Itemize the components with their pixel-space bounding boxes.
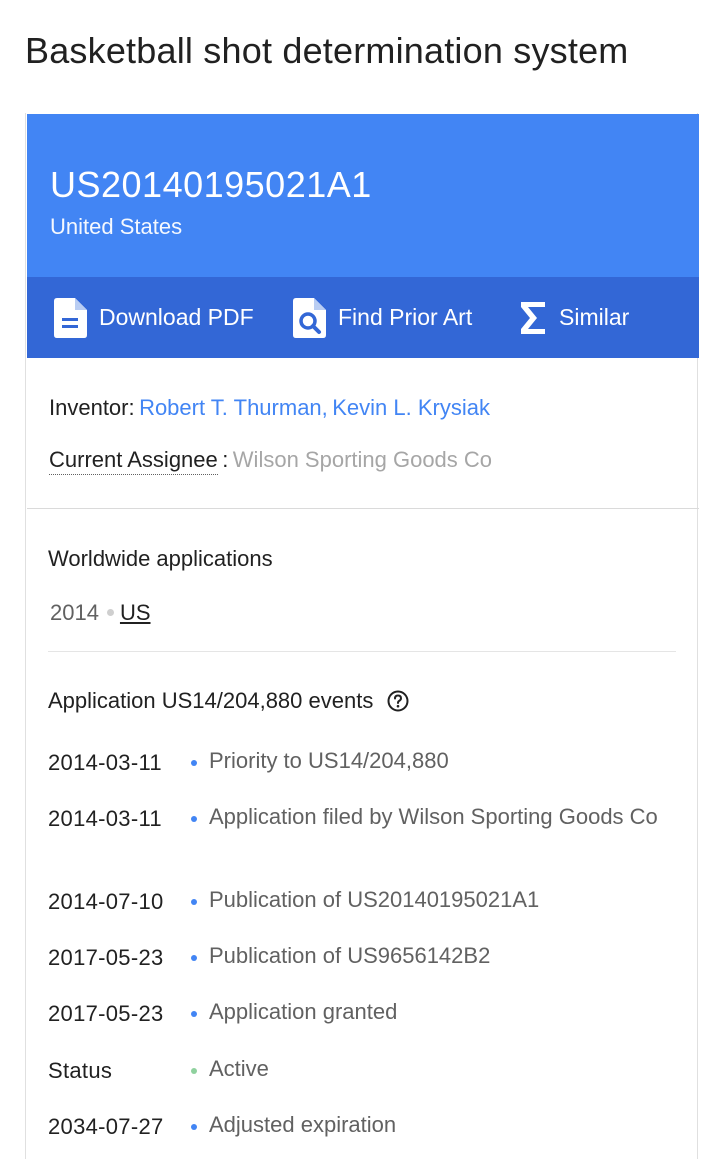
event-text: Application filed by Wilson Sporting Goo… [209, 804, 658, 829]
event-date: 2017-05-23 [48, 1001, 164, 1026]
event-text: Adjusted expiration [209, 1112, 397, 1137]
event-date: 2017-05-23 [48, 945, 164, 970]
inventor-link[interactable]: Kevin L. Krysiak [332, 395, 490, 420]
separator-dot [106, 608, 114, 616]
pdf-file-icon [54, 297, 87, 338]
assignee-colon: : [222, 447, 229, 472]
event-date: 2014-03-11 [48, 750, 162, 775]
inventor-label: Inventor: [49, 395, 135, 420]
event-text: Priority to US14/204,880 [209, 748, 449, 773]
event-date: 2014-07-10 [48, 889, 164, 914]
event-date: 2034-07-27 [48, 1114, 164, 1139]
worldwide-country-link[interactable]: US [120, 600, 151, 625]
event-dot [191, 816, 197, 822]
inventor-row: Inventor: Robert T. Thurman, Kevin L. Kr… [49, 395, 490, 421]
inventor-link[interactable]: Robert T. Thurman [139, 395, 322, 420]
event-text: Publication of US20140195021A1 [209, 887, 540, 912]
sigma-icon [521, 301, 545, 334]
event-text: Publication of US9656142B2 [209, 943, 491, 968]
event-dot [191, 955, 197, 961]
events-title: Application US14/204,880 events [48, 688, 409, 714]
similar-label: Similar [559, 304, 630, 330]
download-pdf-label: Download PDF [99, 304, 254, 330]
event-dot [191, 760, 197, 766]
page-title: Basketball shot determination system [25, 30, 629, 71]
find-prior-art-button[interactable]: Find Prior Art [293, 277, 472, 358]
event-text: Application granted [209, 999, 398, 1024]
patent-header: US20140195021A1 United States [27, 114, 699, 278]
worldwide-applications-title: Worldwide applications [48, 546, 273, 571]
inventor-separator: , [321, 395, 328, 420]
action-bar: Download PDF Find Prior Art Similar [27, 277, 699, 358]
event-dot [191, 1124, 197, 1130]
event-date: 2014-03-11 [48, 806, 162, 831]
help-icon[interactable] [387, 690, 409, 712]
find-prior-art-label: Find Prior Art [338, 304, 473, 330]
status-label: Status [48, 1058, 113, 1083]
event-dot [191, 899, 197, 905]
similar-button[interactable]: Similar [519, 277, 629, 358]
events-title-text: Application US14/204,880 events [48, 688, 374, 713]
divider [48, 651, 676, 652]
status-dot [191, 1068, 197, 1074]
publication-number: US20140195021A1 [50, 164, 372, 205]
status-value: Active [209, 1056, 269, 1081]
people-section: Inventor: Robert T. Thurman, Kevin L. Kr… [27, 358, 699, 509]
event-dot [191, 1011, 197, 1017]
publication-country: United States [50, 214, 183, 239]
assignee-row: Current Assignee : Wilson Sporting Goods… [49, 447, 493, 475]
worldwide-application-row: 2014 US [50, 600, 151, 626]
prior-art-search-icon [293, 297, 326, 338]
assignee-label[interactable]: Current Assignee [49, 447, 218, 475]
worldwide-year: 2014 [50, 600, 99, 625]
download-pdf-button[interactable]: Download PDF [54, 277, 254, 358]
assignee-value: Wilson Sporting Goods Co [232, 447, 493, 472]
